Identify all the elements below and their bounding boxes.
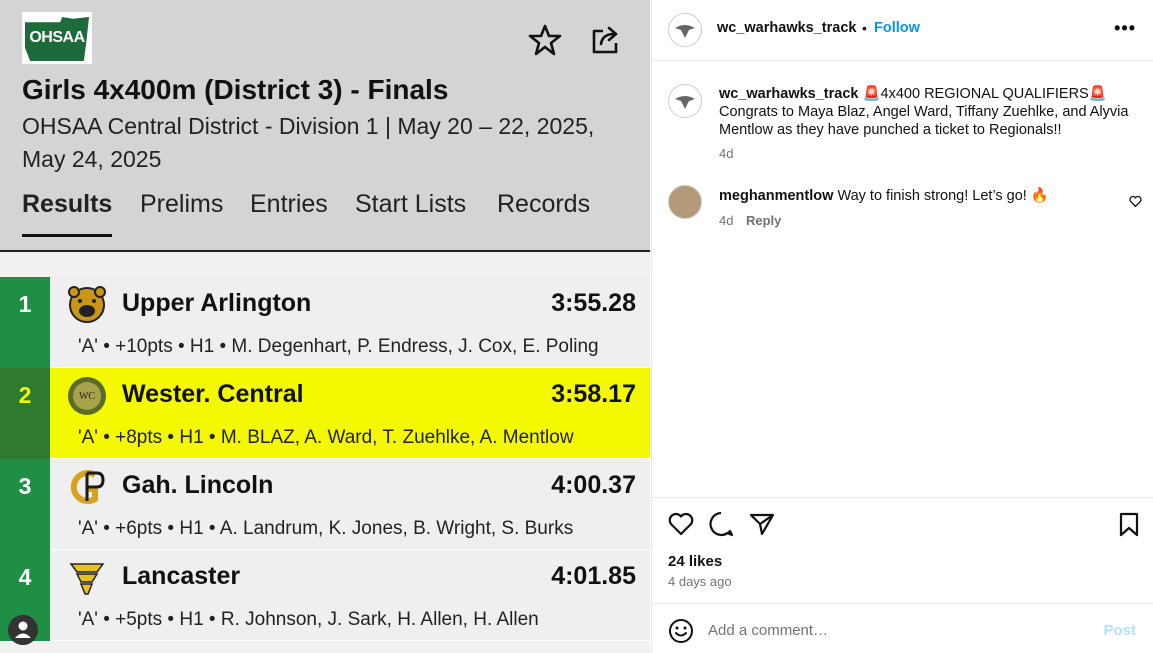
post-username[interactable]: wc_warhawks_track (717, 20, 856, 36)
team-name: Gah. Lincoln (122, 471, 274, 499)
divider (652, 60, 1153, 61)
separator-dot: • (862, 20, 867, 36)
warhawks-logo-icon: WC (68, 377, 106, 415)
comment-like-icon[interactable] (1129, 195, 1142, 208)
result-row[interactable]: 2 WC Wester. Central 3:58.17 'A' • +8pts… (0, 368, 650, 459)
post-caption: wc_warhawks_track 🚨4x400 REGIONAL QUALIF… (719, 85, 1139, 139)
comment-icon[interactable] (707, 510, 735, 538)
team-name: Wester. Central (122, 380, 304, 408)
share-post-icon[interactable] (748, 510, 776, 538)
post-date: 4 days ago (668, 574, 732, 589)
add-comment-input[interactable]: Add a comment… (708, 622, 828, 639)
place-number: 3 (0, 459, 50, 550)
reply-button[interactable]: Reply (746, 213, 781, 228)
divider (652, 603, 1153, 604)
comment: meghanmentlow Way to finish strong! Let’… (719, 187, 1139, 205)
bear-logo-icon (68, 286, 106, 323)
user-avatar-icon[interactable] (8, 615, 38, 645)
comment-username[interactable]: meghanmentlow (719, 188, 833, 204)
more-options-icon[interactable]: ••• (1114, 18, 1136, 39)
event-subtitle: OHSAA Central District - Division 1 | Ma… (22, 113, 595, 172)
tab-entries[interactable]: Entries (250, 190, 328, 219)
tornado-logo-icon (69, 563, 105, 595)
place-number: 2 (0, 368, 50, 459)
account-avatar[interactable] (668, 13, 702, 47)
caption-username[interactable]: wc_warhawks_track (719, 86, 858, 102)
comment-text: Way to finish strong! Let’s go! 🔥 (837, 188, 1049, 204)
post-comment-button[interactable]: Post (1103, 622, 1136, 639)
save-bookmark-icon[interactable] (1115, 510, 1143, 538)
caption-avatar[interactable] (668, 84, 702, 118)
finish-time: 4:01.85 (551, 562, 636, 590)
result-row[interactable]: 1 Upper Arlington 3:55.28 'A' • +10pts •… (0, 277, 650, 368)
finish-time: 3:55.28 (551, 289, 636, 317)
results-panel: OHSAA Girls 4x400m (District 3) - Finals… (0, 0, 650, 653)
divider (652, 497, 1153, 498)
warhawk-icon (675, 25, 695, 38)
results-list: 1 Upper Arlington 3:55.28 'A' • +10pts •… (0, 277, 650, 641)
caption-age: 4d (719, 146, 734, 161)
event-title: Girls 4x400m (District 3) - Finals (22, 74, 449, 105)
emoji-icon[interactable] (668, 618, 694, 644)
team-name: Lancaster (122, 562, 241, 590)
star-icon[interactable] (527, 22, 563, 58)
finish-time: 4:00.37 (551, 471, 636, 499)
place-number: 1 (0, 277, 50, 368)
tab-start-lists[interactable]: Start Lists (355, 190, 466, 219)
like-count[interactable]: 24 likes (668, 553, 722, 570)
result-row[interactable]: 4 Lancaster 4:01.85 'A' • +5pts • H1 • R… (0, 550, 650, 641)
event-header: OHSAA Girls 4x400m (District 3) - Finals… (0, 0, 650, 252)
result-row[interactable]: 3 Gah. Lincoln 4:00.37 'A' • +6pts • H1 … (0, 459, 650, 550)
warhawk-icon (675, 96, 695, 109)
like-icon[interactable] (667, 510, 695, 538)
gl-logo-icon (70, 470, 105, 504)
finish-time: 3:58.17 (551, 380, 636, 408)
tab-prelims[interactable]: Prelims (140, 190, 223, 219)
share-icon[interactable] (588, 22, 624, 58)
follow-button[interactable]: Follow (874, 20, 920, 36)
commenter-avatar[interactable] (668, 185, 702, 219)
ohsaa-logo: OHSAA (22, 12, 92, 64)
tab-records[interactable]: Records (497, 190, 590, 219)
svg-text:WC: WC (79, 391, 95, 402)
result-detail: 'A' • +6pts • H1 • A. Landrum, K. Jones,… (78, 518, 574, 539)
instagram-post-panel: wc_warhawks_track • Follow ••• wc_warhaw… (651, 0, 1153, 653)
tab-results[interactable]: Results (22, 190, 113, 237)
comment-age: 4d (719, 213, 734, 228)
result-detail: 'A' • +5pts • H1 • R. Johnson, J. Sark, … (78, 609, 539, 630)
team-name: Upper Arlington (122, 289, 312, 317)
result-detail: 'A' • +10pts • H1 • M. Degenhart, P. End… (78, 336, 599, 357)
result-detail: 'A' • +8pts • H1 • M. BLAZ, A. Ward, T. … (78, 427, 574, 448)
